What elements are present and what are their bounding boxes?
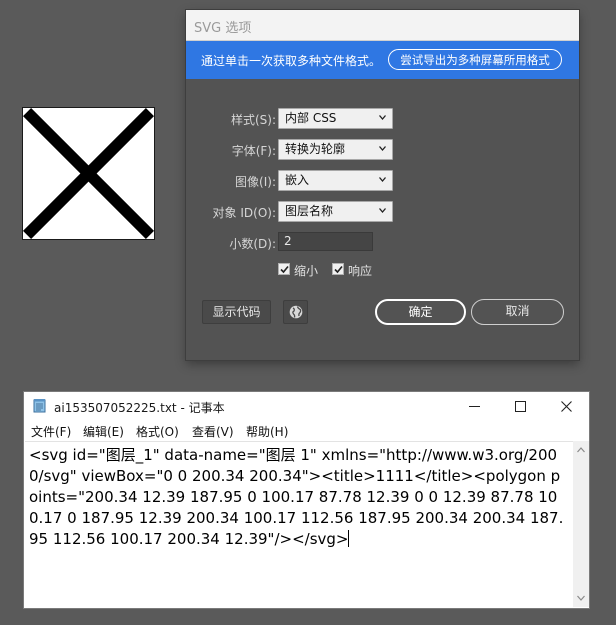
- checkmark-icon: [334, 265, 343, 274]
- export-banner: 通过单击一次获取多种文件格式。 尝试导出为多种屏幕所用格式: [186, 41, 579, 79]
- maximize-icon: [515, 401, 526, 412]
- font-select-value: 转换为轮廓: [285, 142, 346, 156]
- notepad-text: <svg id="图层_1" data-name="图层 1" xmlns="h…: [29, 446, 564, 548]
- notepad-menubar: 文件(F) 编辑(E) 格式(O) 查看(V) 帮助(H): [24, 420, 589, 440]
- minify-checkbox-box[interactable]: [278, 263, 290, 275]
- notepad-title: ai153507052225.txt - 记事本: [54, 401, 225, 415]
- image-select-value: 嵌入: [285, 173, 310, 187]
- globe-icon: [289, 305, 303, 319]
- decimal-label: 小数(D):: [229, 237, 276, 251]
- minimize-icon: [469, 406, 480, 407]
- menu-format[interactable]: 格式(O): [136, 423, 179, 440]
- ok-button[interactable]: 确定: [375, 299, 466, 325]
- notepad-icon: [33, 399, 46, 413]
- minify-label: 缩小: [294, 264, 319, 278]
- x-shape-preview: [23, 108, 154, 239]
- maximize-button[interactable]: [498, 392, 544, 420]
- checkmark-icon: [280, 265, 289, 274]
- menu-edit[interactable]: 编辑(E): [83, 423, 124, 440]
- object-id-select-value: 图层名称: [285, 204, 334, 218]
- font-select[interactable]: 转换为轮廓: [278, 139, 393, 160]
- object-id-label: 对象 ID(O):: [212, 206, 276, 220]
- notepad-titlebar[interactable]: ai153507052225.txt - 记事本: [24, 392, 589, 420]
- chevron-down-icon: [379, 177, 386, 182]
- menu-file[interactable]: 文件(F): [31, 423, 71, 440]
- close-icon: [561, 401, 572, 412]
- image-select[interactable]: 嵌入: [278, 170, 393, 191]
- chevron-down-icon: [379, 146, 386, 151]
- scroll-down-icon[interactable]: [577, 595, 585, 601]
- dialog-titlebar[interactable]: SVG 选项: [186, 10, 579, 41]
- responsive-checkbox-box[interactable]: [332, 263, 344, 275]
- decimal-input[interactable]: 2: [278, 232, 373, 251]
- font-label: 字体(F):: [231, 144, 276, 158]
- vertical-scrollbar[interactable]: [573, 441, 589, 607]
- notepad-content[interactable]: <svg id="图层_1" data-name="图层 1" xmlns="h…: [29, 445, 564, 550]
- menu-help[interactable]: 帮助(H): [246, 423, 288, 440]
- notepad-editor[interactable]: <svg id="图层_1" data-name="图层 1" xmlns="h…: [25, 441, 573, 607]
- notepad-window: ai153507052225.txt - 记事本 文件(F) 编辑(E) 格式(…: [23, 391, 590, 609]
- close-button[interactable]: [544, 392, 590, 420]
- style-select[interactable]: 内部 CSS: [278, 108, 393, 129]
- responsive-label: 响应: [348, 264, 373, 278]
- scroll-up-icon[interactable]: [577, 447, 585, 453]
- menu-view[interactable]: 查看(V): [192, 423, 234, 440]
- svg-options-dialog: SVG 选项 通过单击一次获取多种文件格式。 尝试导出为多种屏幕所用格式 样式(…: [186, 10, 579, 360]
- dialog-title: SVG 选项: [194, 21, 252, 36]
- image-label: 图像(I):: [235, 175, 276, 189]
- object-id-select[interactable]: 图层名称: [278, 201, 393, 222]
- web-preview-button[interactable]: [283, 300, 308, 324]
- banner-text: 通过单击一次获取多种文件格式。: [201, 54, 382, 68]
- chevron-down-icon: [379, 208, 386, 213]
- cancel-button[interactable]: 取消: [471, 299, 564, 325]
- try-export-button[interactable]: 尝试导出为多种屏幕所用格式: [388, 49, 562, 70]
- chevron-down-icon: [379, 115, 386, 120]
- text-caret: [348, 530, 350, 547]
- svg-preview: [22, 107, 155, 240]
- style-label: 样式(S):: [230, 113, 276, 127]
- show-code-button[interactable]: 显示代码: [202, 300, 271, 324]
- minimize-button[interactable]: [452, 392, 498, 420]
- style-select-value: 内部 CSS: [285, 111, 337, 125]
